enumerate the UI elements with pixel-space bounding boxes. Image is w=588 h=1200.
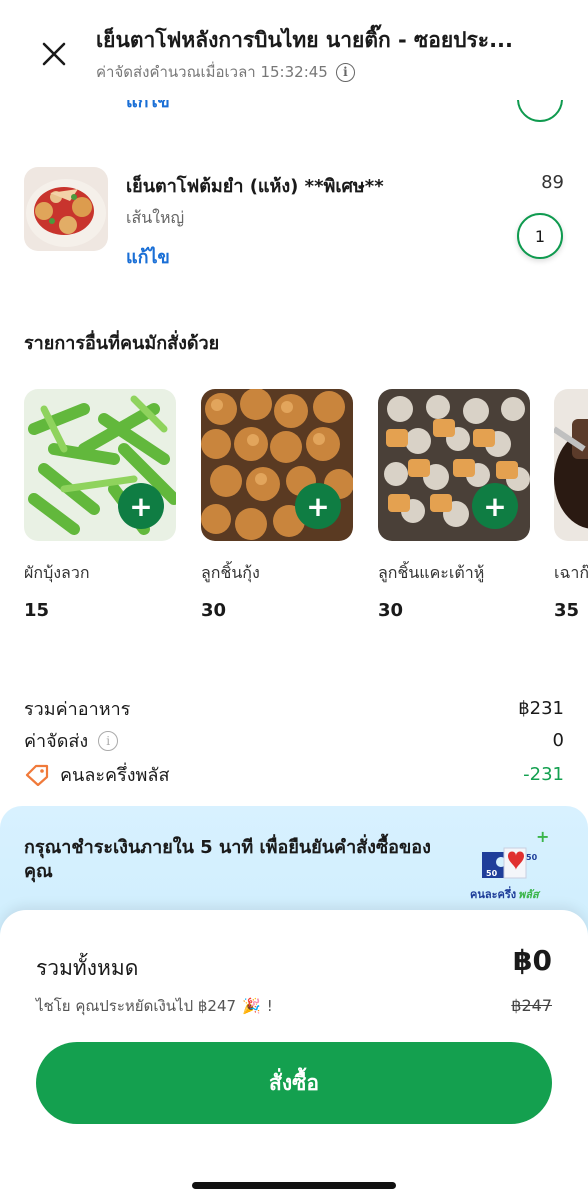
add-button[interactable]: + [472, 483, 518, 529]
original-total: ฿247 [511, 996, 552, 1015]
svg-text:+: + [536, 827, 549, 846]
plus-icon: + [306, 489, 330, 523]
tag-icon [25, 764, 49, 786]
cart-item-price: 89 [541, 172, 564, 193]
info-icon[interactable]: i [335, 62, 355, 82]
cart-item-name: เย็นตาโฟต้มยำ (แห้ง) **พิเศษ** [126, 176, 384, 197]
place-order-button[interactable]: สั่งซื้อ [36, 1042, 552, 1124]
recommendations-title: รายการอื่นที่คนมักสั่งด้วย [24, 333, 220, 354]
reco-name: เฉาก๊ [554, 563, 588, 582]
reco-price: 15 [24, 600, 50, 621]
reco-price: 35 [554, 600, 580, 621]
logo-number: 50 [526, 853, 538, 862]
party-icon: 🎉 [242, 997, 261, 1015]
cart-item-edit-link[interactable]: แก้ไข [126, 242, 170, 271]
reco-price: 30 [201, 600, 227, 621]
grand-total-value: ฿0 [513, 944, 552, 977]
banner-text: กรุณาชำระเงินภายใน 5 นาที เพื่อยืนยันคำส… [24, 837, 431, 882]
grand-total-label: รวมทั้งหมด [36, 956, 139, 980]
info-icon[interactable]: i [98, 730, 119, 751]
close-button[interactable] [34, 34, 74, 74]
discount-label: คนละครึ่งพลัส [60, 765, 170, 786]
reco-image: + [378, 389, 530, 541]
home-indicator [192, 1182, 396, 1189]
close-icon [42, 42, 66, 66]
logo-number: 50 [486, 869, 498, 878]
delivery-fee-note: ค่าจัดส่งคำนวณเมื่อเวลา 15:32:45 i [96, 60, 355, 84]
food-total-label: รวมค่าอาหาร [24, 699, 131, 720]
saving-message: ไชโย คุณประหยัดเงินไป ฿247 🎉 ! [36, 994, 273, 1018]
reco-card[interactable]: เฉาก๊ 35 [554, 389, 588, 621]
delivery-fee-row: ค่าจัดส่ง i 0 [24, 726, 564, 755]
food-total-row: รวมค่าอาหาร ฿231 [24, 694, 564, 723]
restaurant-title: เย็นตาโฟหลังการบินไทย นายติ๊ก - ซอยประ..… [96, 28, 514, 52]
reco-name: ลูกชิ้นแคะเต้าหู้ [378, 563, 485, 582]
khon-la-khrueng-logo: 50 50 + คนละครึ่ง พลัส [468, 826, 558, 906]
discount-value: -231 [523, 764, 564, 785]
plus-icon: + [483, 489, 507, 523]
cart-item-image [24, 167, 108, 251]
plus-icon: + [129, 489, 153, 523]
saving-suffix: ! [266, 997, 273, 1015]
add-button[interactable]: + [295, 483, 341, 529]
logo-text-plus: พลัส [518, 888, 541, 901]
food-total-value: ฿231 [518, 698, 564, 719]
discount-row: คนละครึ่งพลัส -231 [24, 760, 564, 789]
reco-image: + [201, 389, 353, 541]
cart-item-quantity-button[interactable]: 1 [517, 213, 563, 259]
checkout-sheet: รวมทั้งหมด ฿0 ไชโย คุณประหยัดเงินไป ฿247… [0, 910, 588, 1200]
reco-name: ลูกชิ้นกุ้ง [201, 563, 260, 582]
reco-name: ผักบุ้งลวก [24, 563, 90, 582]
reco-image: + [24, 389, 176, 541]
saving-text: ไชโย คุณประหยัดเงินไป ฿247 [36, 997, 237, 1015]
reco-image [554, 389, 588, 541]
delivery-fee-value: 0 [552, 730, 564, 751]
delivery-fee-label: ค่าจัดส่ง [24, 731, 89, 752]
logo-text: คนละครึ่ง [470, 886, 516, 901]
delivery-fee-time: ค่าจัดส่งคำนวณเมื่อเวลา 15:32:45 [96, 63, 328, 81]
cart-item-option: เส้นใหญ่ [126, 208, 185, 227]
reco-card[interactable]: + ผักบุ้งลวก 15 [24, 389, 176, 621]
reco-price: 30 [378, 600, 404, 621]
add-button[interactable]: + [118, 483, 164, 529]
reco-card[interactable]: + ลูกชิ้นแคะเต้าหู้ 30 [378, 389, 530, 621]
header: เย็นตาโฟหลังการบินไทย นายติ๊ก - ซอยประ..… [0, 0, 588, 100]
reco-card[interactable]: + ลูกชิ้นกุ้ง 30 [201, 389, 353, 621]
